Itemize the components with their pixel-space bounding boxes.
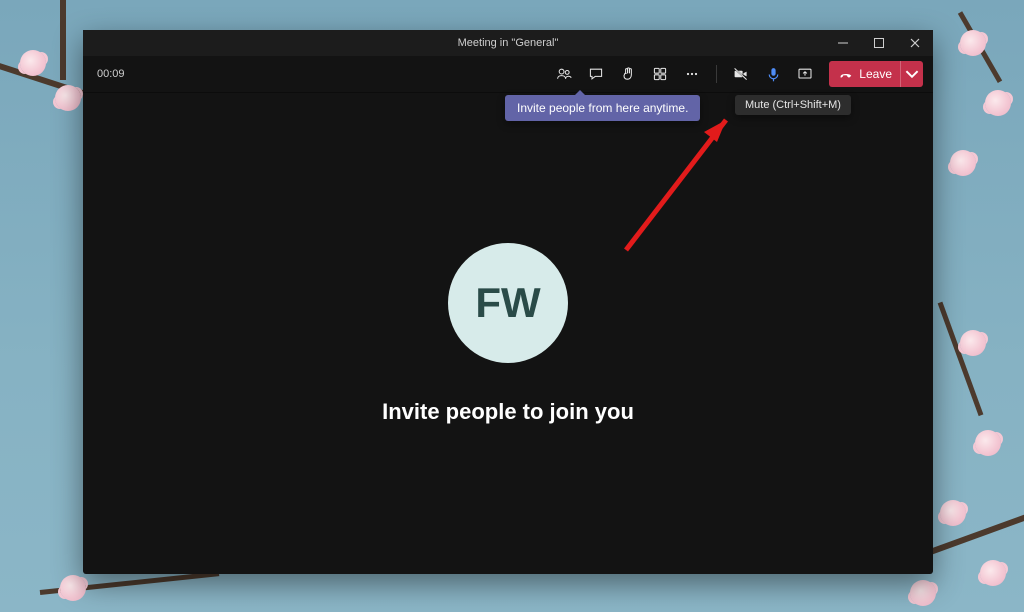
maximize-icon <box>874 38 884 48</box>
close-button[interactable] <box>897 30 933 56</box>
rooms-button[interactable] <box>646 60 674 88</box>
avatar: FW <box>448 243 568 363</box>
blossom-decoration <box>950 150 976 176</box>
chevron-down-icon <box>905 67 919 81</box>
more-icon <box>684 66 700 82</box>
more-actions-button[interactable] <box>678 60 706 88</box>
camera-off-icon <box>733 66 749 82</box>
maximize-button[interactable] <box>861 30 897 56</box>
invite-coachmark-text: Invite people from here anytime. <box>517 101 688 115</box>
blossom-decoration <box>960 30 986 56</box>
invite-headline: Invite people to join you <box>382 399 634 425</box>
avatar-initials: FW <box>475 279 540 327</box>
leave-caret-button[interactable] <box>900 61 923 87</box>
blossom-decoration <box>60 575 86 601</box>
close-icon <box>910 38 920 48</box>
toolbar-separator <box>716 65 717 83</box>
blossom-decoration <box>980 560 1006 586</box>
window-controls <box>825 30 933 56</box>
mute-tooltip: Mute (Ctrl+Shift+M) <box>735 95 851 115</box>
chat-icon <box>588 66 604 82</box>
branch-decoration <box>938 302 984 416</box>
meeting-stage: FW Invite people to join you <box>83 93 933 574</box>
blossom-decoration <box>940 500 966 526</box>
minimize-icon <box>838 38 848 48</box>
people-icon <box>556 66 572 82</box>
blossom-decoration <box>975 430 1001 456</box>
share-tray-icon <box>797 66 813 82</box>
mute-tooltip-text: Mute (Ctrl+Shift+M) <box>745 99 841 111</box>
titlebar: Meeting in "General" <box>83 30 933 56</box>
invite-coachmark[interactable]: Invite people from here anytime. <box>505 95 700 121</box>
blossom-decoration <box>960 330 986 356</box>
chat-button[interactable] <box>582 60 610 88</box>
branch-decoration <box>60 0 66 80</box>
hangup-icon <box>839 67 853 81</box>
share-screen-button[interactable] <box>791 60 819 88</box>
reactions-button[interactable] <box>614 60 642 88</box>
microphone-toggle-button[interactable] <box>759 60 787 88</box>
blossom-decoration <box>910 580 936 606</box>
call-timer: 00:09 <box>97 68 125 80</box>
microphone-icon <box>765 66 782 83</box>
raise-hand-icon <box>620 66 636 82</box>
leave-label: Leave <box>859 67 892 81</box>
blossom-decoration <box>985 90 1011 116</box>
leave-button[interactable]: Leave <box>829 61 923 87</box>
camera-toggle-button[interactable] <box>727 60 755 88</box>
breakout-rooms-icon <box>652 66 668 82</box>
meeting-toolbar: 00:09 <box>83 56 933 93</box>
minimize-button[interactable] <box>825 30 861 56</box>
blossom-decoration <box>55 85 81 111</box>
blossom-decoration <box>20 50 46 76</box>
participants-button[interactable] <box>550 60 578 88</box>
window-title: Meeting in "General" <box>83 37 933 49</box>
